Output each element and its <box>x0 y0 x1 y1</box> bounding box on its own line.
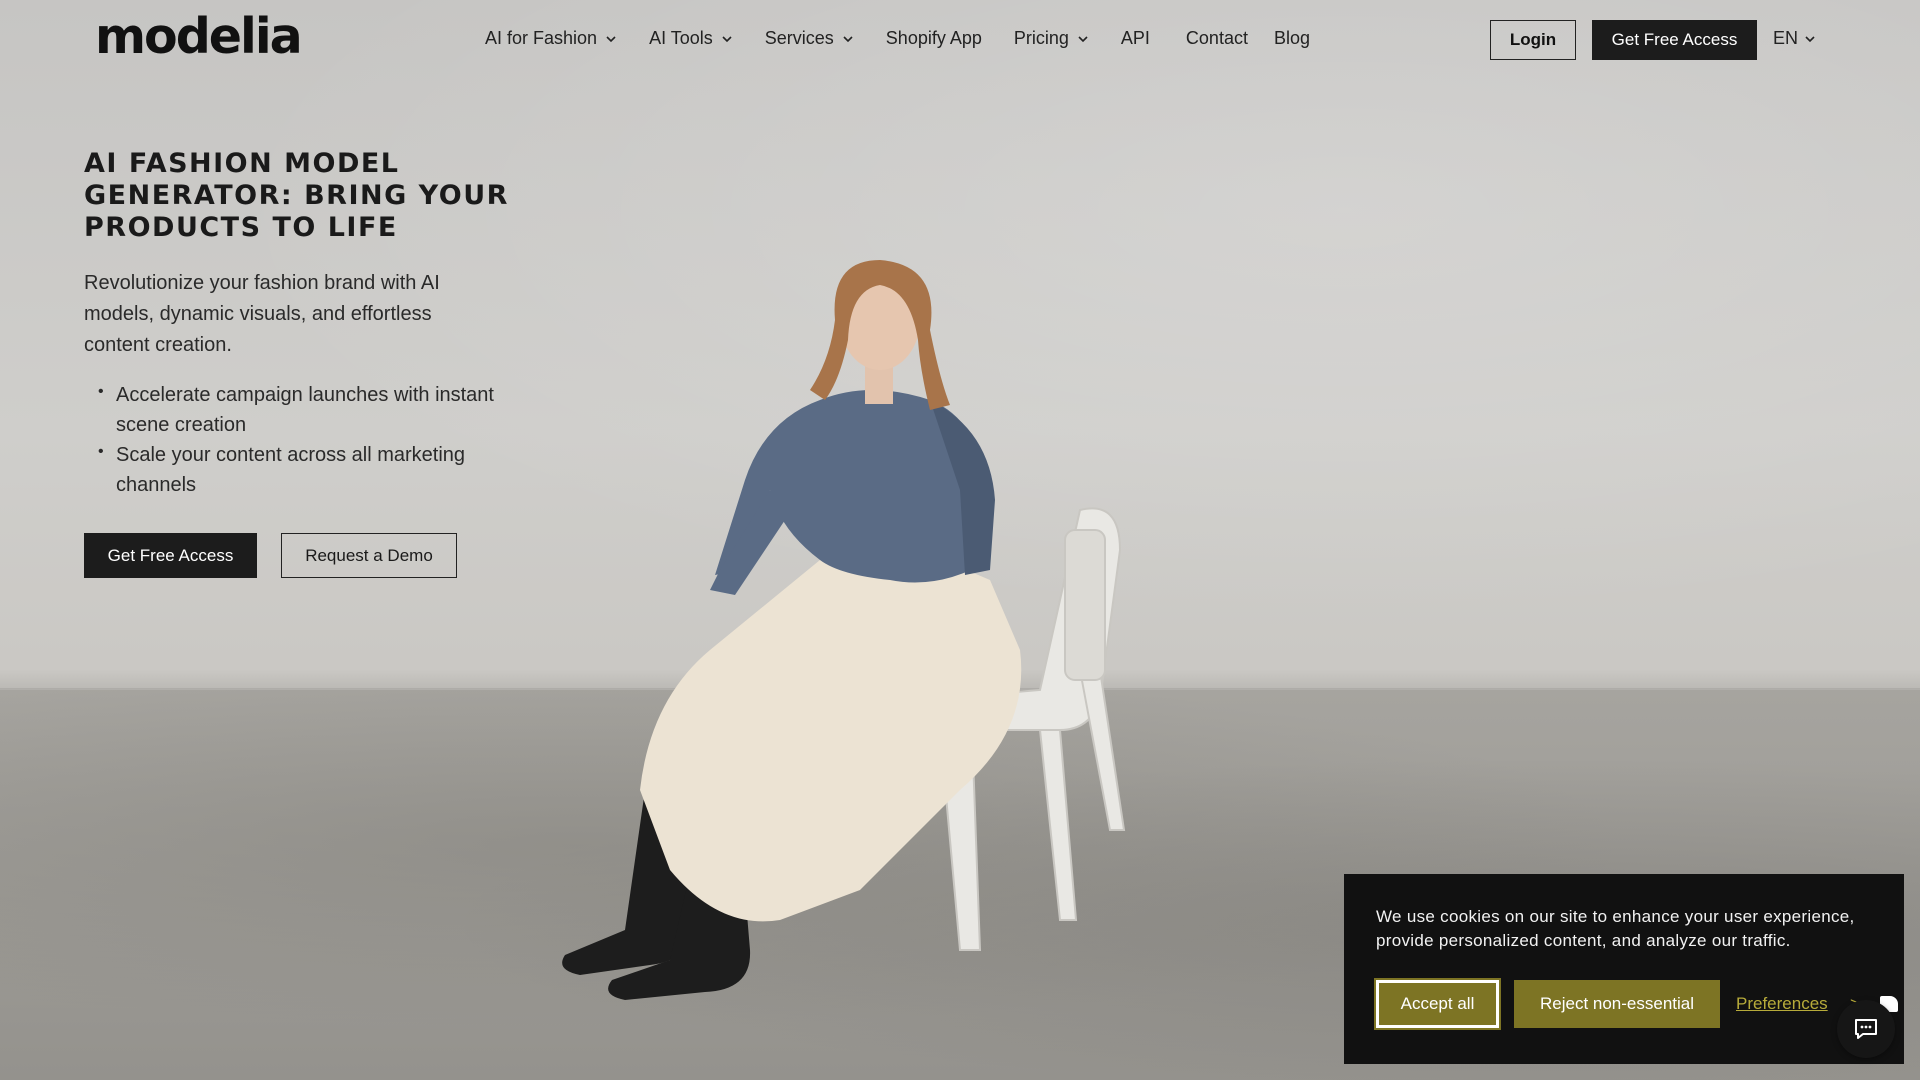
chevron-down-icon <box>1078 35 1088 42</box>
nav-item-blog[interactable]: Blog <box>1274 28 1310 49</box>
nav-item-label: AI for Fashion <box>485 28 598 48</box>
language-selector[interactable]: EN <box>1773 28 1816 49</box>
language-label: EN <box>1773 28 1799 48</box>
login-button[interactable]: Login <box>1490 20 1576 60</box>
hero-model-image <box>562 260 1126 1000</box>
hero-get-free-access-button[interactable]: Get Free Access <box>84 533 257 578</box>
hero-bullet: Scale your content across all marketing … <box>98 437 518 500</box>
nav-item-contact[interactable]: Contact <box>1186 28 1248 49</box>
request-demo-button[interactable]: Request a Demo <box>281 533 457 578</box>
nav-item-api[interactable]: API <box>1121 28 1150 49</box>
site-header: modelia AI for Fashion AI Tools Services… <box>0 0 1920 80</box>
nav-item-pricing[interactable]: Pricing <box>1014 28 1089 49</box>
nav-item-ai-tools[interactable]: AI Tools <box>649 28 733 49</box>
reject-non-essential-button[interactable]: Reject non-essential <box>1514 980 1720 1028</box>
chevron-down-icon <box>1805 35 1815 42</box>
cookie-banner: We use cookies on our site to enhance yo… <box>1344 874 1904 1064</box>
get-free-access-button[interactable]: Get Free Access <box>1592 20 1757 60</box>
chevron-down-icon <box>606 35 616 42</box>
accept-all-button[interactable]: Accept all <box>1374 978 1501 1030</box>
nav-item-label: Services <box>764 28 834 48</box>
nav-item-ai-for-fashion[interactable]: AI for Fashion <box>485 28 617 49</box>
nav-item-label: AI Tools <box>649 28 713 48</box>
chevron-down-icon <box>843 35 853 42</box>
hero-subtitle: Revolutionize your fashion brand with AI… <box>84 272 440 356</box>
nav-item-label: Pricing <box>1013 28 1069 48</box>
hero-title: AI Fashion Model Generator: Bring Your P… <box>84 148 509 243</box>
nav-item-shopify-app[interactable]: Shopify App <box>886 28 982 49</box>
nav-item-services[interactable]: Services <box>765 28 854 49</box>
hero-bullet-list: Accelerate campaign launches with instan… <box>98 377 518 500</box>
nav-item-label: Shopify App <box>885 28 982 48</box>
preferences-link[interactable]: Preferences <box>1736 994 1828 1014</box>
chevron-down-icon <box>722 35 732 42</box>
cookie-message: We use cookies on our site to enhance yo… <box>1376 907 1855 950</box>
hero-bullet: Accelerate campaign launches with instan… <box>98 377 518 440</box>
chat-widget-button[interactable] <box>1837 1000 1895 1058</box>
nav-item-label: Contact <box>1185 28 1248 48</box>
nav-item-label: API <box>1120 28 1150 48</box>
nav-item-label: Blog <box>1273 28 1310 48</box>
modelia-logo[interactable]: modelia <box>95 8 303 65</box>
main-nav: AI for Fashion AI Tools Services Shopify… <box>485 28 1342 49</box>
chat-icon <box>1855 1019 1877 1039</box>
